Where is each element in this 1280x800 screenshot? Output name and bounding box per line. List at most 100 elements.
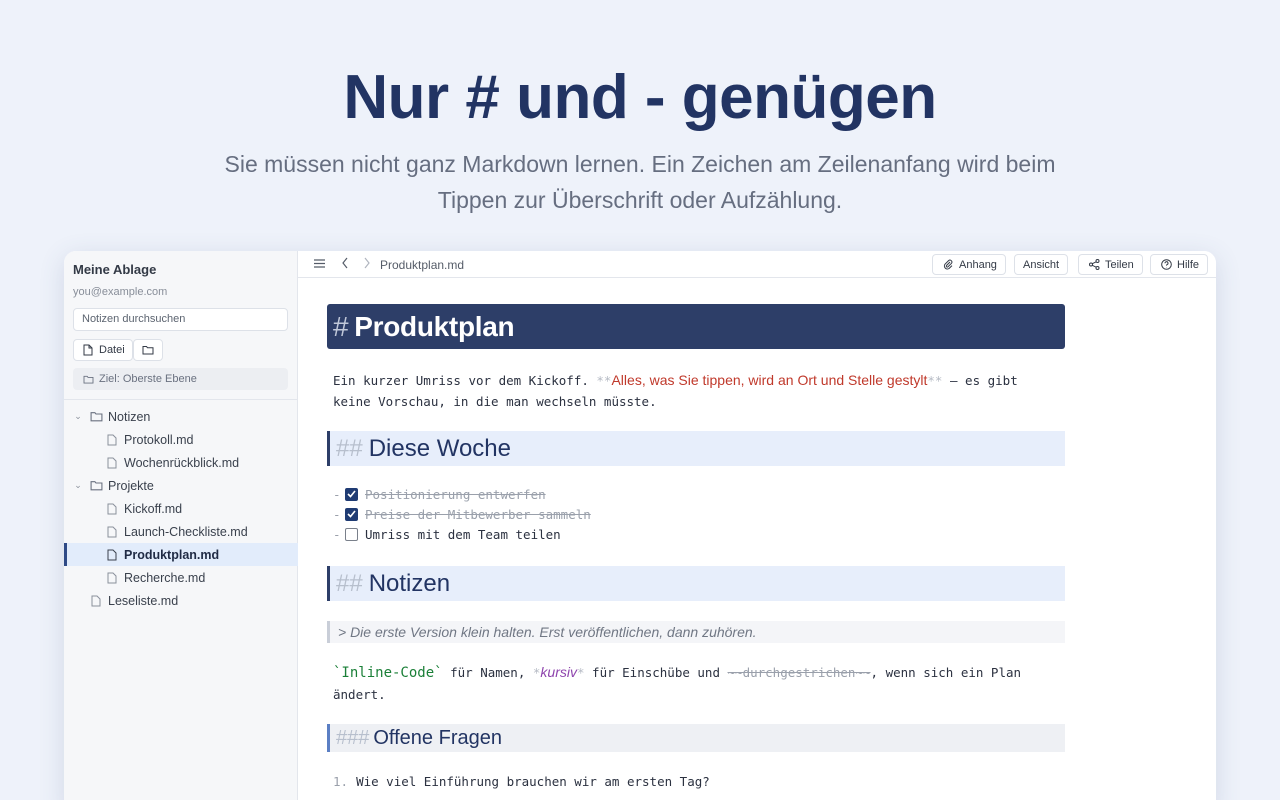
heading-1[interactable]: # Produktplan — [327, 304, 1065, 349]
view-label: Ansicht — [1023, 258, 1060, 271]
tree-folder-notizen[interactable]: ⌄ Notizen — [64, 405, 298, 428]
markdown-hash: ## — [336, 569, 363, 597]
chevron-left-icon[interactable] — [338, 256, 352, 270]
tree-file-produktplan[interactable]: Produktplan.md — [64, 543, 298, 566]
task-text: Positionierung entwerfen — [365, 486, 546, 502]
search-input[interactable]: Notizen durchsuchen — [73, 308, 288, 331]
list-dash: - — [333, 526, 341, 542]
file-icon — [105, 456, 119, 470]
formatting-line-2: ändert. — [333, 687, 386, 702]
intro-text: — es gibt — [942, 373, 1018, 388]
hero-subtitle: Sie müssen nicht ganz Markdown lernen. E… — [160, 146, 1120, 218]
hero-subtitle-line-2: Tippen zur Überschrift oder Aufzählung. — [437, 187, 843, 213]
task-item: - Preise der Mitbewerber sammeln — [333, 504, 591, 524]
heading-2-notes[interactable]: ## Notizen — [327, 566, 1065, 601]
inline-code: `Inline-Code` — [333, 665, 443, 681]
ordered-list-item[interactable]: 1. Wie viel Einführung brauchen wir am e… — [333, 774, 710, 789]
heading-2-text: Notizen — [368, 569, 451, 597]
chevron-right-icon[interactable] — [360, 256, 374, 270]
file-icon — [89, 594, 103, 608]
file-icon — [105, 502, 119, 516]
share-button[interactable]: Teilen — [1078, 254, 1143, 275]
tree-file-launch-checkliste[interactable]: Launch-Checkliste.md — [64, 520, 298, 543]
tree-item-label: Wochenrückblick.md — [124, 455, 240, 470]
paragraph-text: für Namen, — [442, 665, 533, 680]
folder-icon — [81, 372, 95, 386]
attach-label: Anhang — [959, 258, 997, 271]
heading-2-week[interactable]: ## Diese Woche — [327, 431, 1065, 466]
breadcrumb-filename: Produktplan.md — [380, 258, 465, 272]
help-button[interactable]: Hilfe — [1150, 254, 1209, 275]
tree-folder-projekte[interactable]: ⌄ Projekte — [64, 474, 298, 497]
markdown-hash: # — [333, 310, 349, 342]
tree-file-protokoll[interactable]: Protokoll.md — [64, 428, 298, 451]
task-item: - Umriss mit dem Team teilen — [333, 524, 561, 544]
sidebar: Meine Ablage you@example.com Notizen dur… — [64, 251, 298, 800]
hero-title: Nur # und - genügen — [343, 63, 937, 132]
tree-item-label: Recherche.md — [124, 570, 206, 585]
file-icon — [105, 433, 119, 447]
tree-file-leseliste[interactable]: Leseliste.md — [64, 589, 298, 612]
editor-pane: Produktplan.md Anhang Ansicht Teilen Hil… — [298, 251, 1216, 800]
intro-paragraph[interactable]: Ein kurzer Umriss vor dem Kickoff. **All… — [333, 370, 1063, 412]
strikethrough-text: ~~durchgestrichen~~ — [727, 665, 871, 680]
app-window: Meine Ablage you@example.com Notizen dur… — [64, 251, 1216, 800]
formatting-line-1: `Inline-Code` für Namen, *kursiv* für Ei… — [333, 662, 1063, 684]
tree-file-kickoff[interactable]: Kickoff.md — [64, 497, 298, 520]
bold-text: Alles, was Sie tippen, wird an Ort und S… — [611, 372, 928, 388]
heading-1-text: Produktplan — [354, 310, 515, 342]
share-label: Teilen — [1105, 258, 1134, 271]
tree-item-label: Leseliste.md — [108, 593, 179, 608]
file-icon — [105, 571, 119, 585]
checkbox-unchecked[interactable] — [345, 527, 358, 541]
list-dash: - — [333, 506, 341, 522]
tree-item-label: Notizen — [108, 409, 151, 424]
menu-icon[interactable] — [312, 256, 326, 270]
chevron-down-icon[interactable]: ⌄ — [73, 480, 83, 491]
attach-button[interactable]: Anhang — [932, 254, 1006, 275]
workspace-title: Meine Ablage — [73, 262, 157, 277]
markdown-hash: ## — [336, 434, 363, 462]
intro-line-2: keine Vorschau, in die man wechseln müss… — [333, 394, 657, 409]
file-icon — [105, 525, 119, 539]
tree-item-label: Kickoff.md — [124, 501, 183, 516]
checkbox-checked[interactable] — [345, 507, 358, 521]
bold-marker: ** — [596, 373, 612, 388]
checkbox-checked[interactable] — [345, 487, 358, 501]
file-tree: ⌄ Notizen Protokoll.md Wochenrückblick.m… — [64, 405, 298, 612]
formatting-paragraph[interactable]: `Inline-Code` für Namen, *kursiv* für Ei… — [333, 662, 1063, 705]
new-folder-button[interactable] — [133, 339, 163, 361]
tree-file-recherche[interactable]: Recherche.md — [64, 566, 298, 589]
hero-subtitle-line-1: Sie müssen nicht ganz Markdown lernen. E… — [224, 151, 1056, 177]
new-file-button[interactable]: Datei — [73, 339, 133, 361]
folder-icon — [141, 343, 155, 357]
folder-icon — [89, 410, 103, 424]
heading-3-text: Offene Fragen — [373, 726, 502, 749]
tree-item-label: Produktplan.md — [124, 547, 220, 562]
share-icon — [1087, 258, 1101, 272]
intro-line-1: Ein kurzer Umriss vor dem Kickoff. **All… — [333, 370, 1063, 391]
folder-icon — [89, 479, 103, 493]
paragraph-text: für Einschübe und — [584, 665, 728, 680]
help-icon — [1159, 258, 1173, 272]
list-number: 1. — [333, 774, 349, 789]
heading-3[interactable]: ### Offene Fragen — [327, 724, 1065, 752]
help-label: Hilfe — [1177, 258, 1200, 271]
italic-text: kursiv — [540, 664, 577, 680]
paragraph-text: , wenn sich ein Plan — [870, 665, 1022, 680]
paperclip-icon — [941, 258, 955, 272]
view-button[interactable]: Ansicht — [1014, 254, 1069, 275]
intro-text: Ein kurzer Umriss vor dem Kickoff. — [333, 373, 597, 388]
target-label: Ziel: Oberste Ebene — [99, 373, 197, 385]
chevron-down-icon[interactable]: ⌄ — [73, 411, 83, 422]
list-dash: - — [333, 486, 341, 502]
task-item: - Positionierung entwerfen — [333, 484, 546, 504]
file-icon — [105, 548, 119, 562]
tree-item-label: Protokoll.md — [124, 432, 194, 447]
target-location[interactable]: Ziel: Oberste Ebene — [73, 368, 288, 390]
bold-marker: ** — [927, 373, 943, 388]
blockquote[interactable]: > Die erste Version klein halten. Erst v… — [327, 621, 1065, 643]
tree-file-wochenrueckblick[interactable]: Wochenrückblick.md — [64, 451, 298, 474]
task-text: Preise der Mitbewerber sammeln — [365, 506, 591, 522]
tree-item-label: Projekte — [108, 478, 154, 493]
